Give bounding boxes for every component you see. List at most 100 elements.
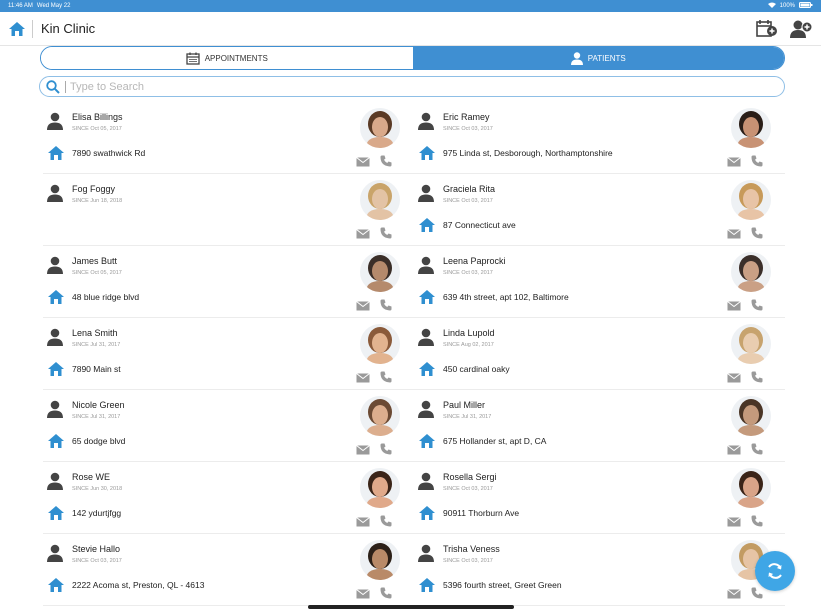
- phone-icon[interactable]: [380, 587, 392, 599]
- mail-icon[interactable]: [356, 373, 370, 383]
- house-icon: [419, 146, 435, 160]
- phone-icon[interactable]: [380, 515, 392, 527]
- person-icon: [418, 544, 434, 562]
- patient-since: SINCE Jun 30, 2018: [72, 486, 123, 492]
- patient-since: SINCE Oct 05, 2017: [72, 126, 122, 132]
- person-icon: [418, 328, 434, 346]
- mail-icon[interactable]: [727, 517, 741, 527]
- person-icon: [47, 328, 63, 346]
- person-icon: [418, 184, 434, 202]
- phone-icon[interactable]: [751, 227, 763, 239]
- mail-icon[interactable]: [727, 301, 741, 311]
- patient-card[interactable]: Paul Miller SINCE Jul 31, 2017 675 Holla…: [414, 390, 785, 462]
- mail-icon[interactable]: [356, 589, 370, 599]
- patient-card[interactable]: Elisa Billings SINCE Oct 05, 2017 7890 s…: [43, 102, 414, 174]
- patient-address: 7890 Main st: [72, 364, 121, 374]
- phone-icon[interactable]: [751, 515, 763, 527]
- status-bar: 11:46 AM Wed May 22 100%: [0, 0, 821, 12]
- house-icon: [48, 146, 64, 160]
- patient-avatar: [731, 324, 771, 364]
- patient-card[interactable]: Stevie Hallo SINCE Oct 03, 2017 2222 Aco…: [43, 534, 414, 606]
- add-patient-button[interactable]: [789, 18, 813, 40]
- patient-card[interactable]: Leena Paprocki SINCE Oct 03, 2017 639 4t…: [414, 246, 785, 318]
- phone-icon[interactable]: [751, 155, 763, 167]
- patient-address: 65 dodge blvd: [72, 436, 126, 446]
- mail-icon[interactable]: [356, 157, 370, 167]
- home-indicator: [308, 605, 514, 609]
- patient-card[interactable]: Fog Foggy SINCE Jun 18, 2018: [43, 174, 414, 246]
- patient-since: SINCE Jul 31, 2017: [72, 342, 121, 348]
- patient-card[interactable]: Linda Lupold SINCE Aug 02, 2017 450 card…: [414, 318, 785, 390]
- phone-icon[interactable]: [380, 227, 392, 239]
- patient-card[interactable]: Nicole Green SINCE Jul 31, 2017 65 dodge…: [43, 390, 414, 462]
- person-icon: [570, 51, 583, 65]
- house-icon: [48, 434, 64, 448]
- mail-icon[interactable]: [727, 157, 741, 167]
- mail-icon[interactable]: [727, 373, 741, 383]
- mail-icon[interactable]: [356, 229, 370, 239]
- patient-name: Paul Miller: [443, 400, 486, 410]
- patient-avatar: [731, 396, 771, 436]
- patient-since: SINCE Jun 18, 2018: [72, 198, 123, 204]
- patient-card[interactable]: Rose WE SINCE Jun 30, 2018 142 ydurtjfgg: [43, 462, 414, 534]
- patient-card[interactable]: Trisha Veness SINCE Oct 03, 2017 5396 fo…: [414, 534, 785, 606]
- patient-name: Rosella Sergi: [443, 472, 497, 482]
- home-button[interactable]: [6, 16, 28, 42]
- patient-since: SINCE Oct 03, 2017: [443, 198, 493, 204]
- patient-card[interactable]: Rosella Sergi SINCE Oct 03, 2017 90911 T…: [414, 462, 785, 534]
- mail-icon[interactable]: [727, 589, 741, 599]
- mail-icon[interactable]: [356, 445, 370, 455]
- patient-card[interactable]: Lena Smith SINCE Jul 31, 2017 7890 Main …: [43, 318, 414, 390]
- patient-since: SINCE Oct 05, 2017: [72, 270, 122, 276]
- mail-icon[interactable]: [356, 517, 370, 527]
- house-icon: [419, 506, 435, 520]
- patient-card[interactable]: Graciela Rita SINCE Oct 03, 2017 87 Conn…: [414, 174, 785, 246]
- mail-icon[interactable]: [356, 301, 370, 311]
- battery-percent: 100%: [779, 3, 795, 9]
- patient-name: Lena Smith: [72, 328, 118, 338]
- house-icon: [48, 506, 64, 520]
- home-icon: [9, 21, 25, 36]
- phone-icon[interactable]: [380, 371, 392, 383]
- view-tabs: APPOINTMENTS PATIENTS: [40, 46, 785, 70]
- status-date: Wed May 22: [36, 3, 71, 9]
- patient-avatar: [731, 108, 771, 148]
- sync-button[interactable]: [755, 551, 795, 591]
- person-icon: [47, 400, 63, 418]
- tab-patients[interactable]: PATIENTS: [412, 47, 784, 69]
- patient-card[interactable]: James Butt SINCE Oct 05, 2017 48 blue ri…: [43, 246, 414, 318]
- patient-since: SINCE Jul 31, 2017: [443, 414, 492, 420]
- patient-avatar: [360, 540, 400, 580]
- phone-icon[interactable]: [380, 155, 392, 167]
- patient-since: SINCE Jul 31, 2017: [72, 414, 121, 420]
- search-icon: [46, 79, 60, 94]
- add-appointment-button[interactable]: [755, 18, 779, 40]
- tab-appointments[interactable]: APPOINTMENTS: [41, 47, 413, 69]
- phone-icon[interactable]: [380, 443, 392, 455]
- patient-avatar: [360, 396, 400, 436]
- mail-icon[interactable]: [727, 229, 741, 239]
- clinic-title: Kin Clinic: [41, 21, 96, 36]
- mail-icon[interactable]: [727, 445, 741, 455]
- patient-address: 639 4th street, apt 102, Baltimore: [443, 292, 569, 302]
- calendar-add-icon: [756, 19, 777, 37]
- patient-name: Elisa Billings: [72, 112, 123, 122]
- patient-list: Elisa Billings SINCE Oct 05, 2017 7890 s…: [43, 102, 785, 606]
- phone-icon[interactable]: [751, 371, 763, 383]
- patient-card[interactable]: Eric Ramey SINCE Oct 03, 2017 975 Linda …: [414, 102, 785, 174]
- phone-icon[interactable]: [751, 587, 763, 599]
- patient-name: Rose WE: [72, 472, 111, 482]
- phone-icon[interactable]: [380, 299, 392, 311]
- patient-avatar: [731, 180, 771, 220]
- phone-icon[interactable]: [751, 299, 763, 311]
- patient-name: Nicole Green: [72, 400, 125, 410]
- battery-icon: [799, 2, 813, 10]
- patient-avatar: [360, 180, 400, 220]
- person-icon: [418, 472, 434, 490]
- phone-icon[interactable]: [751, 443, 763, 455]
- patient-since: SINCE Oct 03, 2017: [443, 270, 493, 276]
- patient-avatar: [360, 252, 400, 292]
- wifi-icon: [767, 2, 776, 10]
- search-input[interactable]: [70, 80, 750, 93]
- patient-address: 450 cardinal oaky: [443, 364, 510, 374]
